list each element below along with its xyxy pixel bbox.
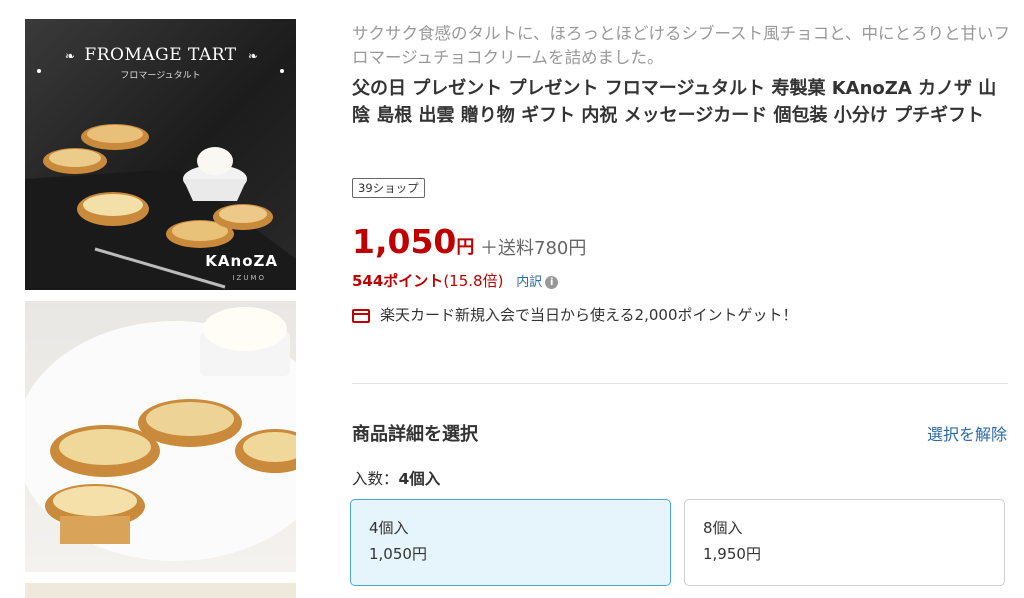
option-name: 8個入: [703, 519, 743, 537]
tart-photo: [25, 307, 296, 561]
product-title: 父の日 プレゼント プレゼント フロマージュタルト 寿製菓 KAnoZA カノザ…: [352, 78, 997, 126]
divider: [352, 383, 1008, 384]
points-breakdown-link[interactable]: 内訳 i: [516, 275, 559, 290]
option-8-pieces[interactable]: 8個入 1,950円: [684, 499, 1005, 586]
tart-photo: [25, 124, 296, 290]
points-rate: (15.8倍): [443, 272, 504, 290]
card-promo-text: 楽天カード新規入会で当日から使える2,000ポイントゲット！: [380, 306, 798, 324]
product-thumbnail-3[interactable]: [25, 583, 296, 598]
clear-selection-link[interactable]: 選択を解除: [927, 421, 1007, 445]
price: 1,050円: [352, 222, 474, 268]
option-4-pieces[interactable]: 4個入 1,050円: [350, 499, 671, 586]
price-value: 1,050: [352, 222, 457, 261]
option-price: 1,950円: [703, 545, 761, 563]
product-tagline: サクサク食感のタルトに、ほろっとほどけるシブースト風チョコと、中にとろりと甘いフ…: [352, 24, 1011, 67]
price-unit: 円: [456, 237, 475, 258]
credit-card-icon: [352, 308, 370, 323]
info-icon[interactable]: i: [545, 276, 559, 289]
points-amount: 544ポイント: [352, 272, 444, 290]
product-thumbnail-2[interactable]: [25, 301, 296, 572]
card-promo[interactable]: 楽天カード新規入会で当日から使える2,000ポイントゲット！: [352, 304, 798, 326]
brand-logo-sub: IZUMO: [232, 274, 266, 282]
breakdown-label: 内訳: [516, 275, 543, 290]
quantity-label-text: 入数：: [352, 470, 399, 488]
option-price: 1,050円: [369, 545, 427, 563]
shipping-fee: ＋送料780円: [480, 238, 587, 259]
shop-badge: 39ショップ: [352, 178, 425, 198]
points-row: 544ポイント(15.8倍) 内訳 i: [352, 270, 559, 294]
quantity-label: 入数：4個入: [352, 467, 440, 489]
product-thumbnail-1[interactable]: ❧ ❧ FROMAGE TART フロマージュタルト KAnoZA IZUMO: [25, 19, 296, 290]
quantity-selected: 4個入: [398, 470, 441, 488]
option-name: 4個入: [369, 519, 409, 537]
brand-logo: KAnoZA: [205, 252, 278, 270]
option-section-title: 商品詳細を選択: [352, 424, 478, 445]
